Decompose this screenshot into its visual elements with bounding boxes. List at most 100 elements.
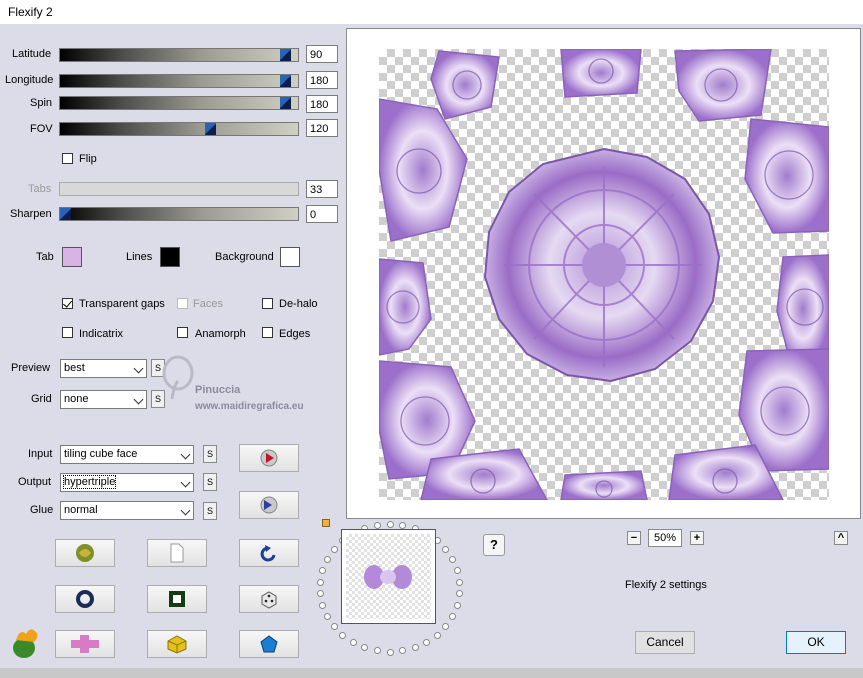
swirl-button[interactable] — [55, 539, 115, 567]
dehalo-checkbox[interactable] — [262, 298, 273, 309]
dial-dot[interactable] — [456, 578, 464, 586]
undo-button[interactable] — [239, 539, 299, 567]
ring-button[interactable] — [55, 585, 115, 613]
watermark-logo — [160, 355, 200, 403]
dial-dot[interactable] — [449, 555, 457, 563]
input-s-button[interactable]: S — [203, 445, 217, 463]
background-color-swatch[interactable] — [280, 247, 300, 267]
dial-dot[interactable] — [386, 648, 394, 656]
cross-button[interactable] — [55, 630, 115, 658]
dial-dot[interactable] — [449, 613, 457, 621]
preview-canvas[interactable] — [379, 49, 829, 500]
faces-checkbox — [177, 298, 188, 309]
play-red-button[interactable] — [239, 444, 299, 472]
random-button[interactable] — [239, 585, 299, 613]
chevron-down-icon — [133, 363, 144, 374]
latitude-slider[interactable] — [59, 48, 299, 62]
grid-label: Grid — [31, 393, 52, 405]
undo-icon — [260, 545, 276, 562]
dial-dot[interactable] — [316, 578, 324, 586]
latitude-value[interactable]: 90 — [306, 45, 338, 63]
dial-dot[interactable] — [330, 545, 338, 553]
spin-slider[interactable] — [59, 96, 299, 110]
sharpen-slider[interactable] — [59, 207, 299, 221]
preview-select-value: best — [64, 362, 85, 374]
new-document-button[interactable] — [147, 539, 207, 567]
dial-dot[interactable] — [316, 590, 324, 598]
dial-dot[interactable] — [386, 520, 394, 528]
dial-dot[interactable] — [361, 644, 369, 652]
dial-dot[interactable] — [319, 602, 327, 609]
pentagon-button[interactable] — [239, 630, 299, 658]
collapse-button[interactable]: ^ — [834, 531, 848, 545]
dial-dot[interactable] — [411, 644, 419, 652]
spin-value[interactable]: 180 — [306, 95, 338, 113]
transparent-gaps-label: Transparent gaps — [79, 298, 165, 310]
longitude-value[interactable]: 180 — [306, 71, 338, 89]
output-select-value: hypertriple — [62, 475, 117, 489]
glue-s-button[interactable]: S — [203, 502, 217, 520]
output-label: Output — [18, 476, 52, 488]
transparent-gaps-checkbox[interactable] — [62, 298, 73, 309]
zoom-out-button[interactable]: − — [627, 531, 641, 545]
cancel-button[interactable]: Cancel — [635, 631, 695, 654]
preview-select[interactable]: best — [60, 359, 147, 378]
tabs-slider — [59, 182, 299, 196]
play-blue-button[interactable] — [239, 491, 299, 519]
grid-select[interactable]: none — [60, 390, 147, 409]
zoom-in-button[interactable]: + — [690, 531, 704, 545]
edges-checkbox[interactable] — [262, 327, 273, 338]
zoom-level[interactable]: 50% — [648, 529, 682, 547]
tab-color-swatch[interactable] — [62, 247, 82, 267]
slider-thumb[interactable] — [280, 49, 291, 61]
cube-button[interactable] — [147, 630, 207, 658]
watermark-name: Pinuccia — [195, 384, 241, 396]
dial-dot[interactable] — [323, 613, 331, 621]
ok-button[interactable]: OK — [786, 631, 846, 654]
dehalo-label: De-halo — [279, 298, 318, 310]
lines-color-swatch[interactable] — [160, 247, 180, 267]
settings-label: Flexify 2 settings — [625, 579, 707, 591]
output-select[interactable]: hypertriple — [60, 473, 194, 492]
flip-checkbox[interactable] — [62, 153, 73, 164]
preview-panel[interactable] — [346, 28, 861, 519]
longitude-slider[interactable] — [59, 74, 299, 88]
input-select[interactable]: tiling cube face — [60, 445, 194, 464]
tabs-value[interactable]: 33 — [306, 180, 338, 198]
fov-slider[interactable] — [59, 122, 299, 136]
sharpen-value[interactable]: 0 — [306, 205, 338, 223]
output-s-button[interactable]: S — [203, 473, 217, 491]
dial-dot[interactable] — [399, 647, 407, 655]
dial-dot[interactable] — [323, 555, 331, 563]
help-button[interactable]: ? — [483, 534, 505, 556]
fov-value[interactable]: 120 — [306, 119, 338, 137]
dial-dot[interactable] — [330, 623, 338, 631]
square-frame-button[interactable] — [147, 585, 207, 613]
glue-label: Glue — [30, 504, 54, 516]
flame-logo-icon — [13, 629, 38, 658]
indicatrix-checkbox[interactable] — [62, 327, 73, 338]
dial-dot[interactable] — [453, 602, 461, 609]
dial-dot[interactable] — [442, 545, 450, 553]
dial-dot[interactable] — [442, 623, 450, 631]
dial-dot[interactable] — [339, 631, 347, 639]
slider-thumb[interactable] — [205, 123, 216, 135]
dial-dot[interactable] — [423, 638, 431, 646]
slider-thumb[interactable] — [280, 97, 291, 109]
indicatrix-label: Indicatrix — [79, 328, 124, 340]
dial-dot[interactable] — [399, 521, 407, 529]
dial-dot[interactable] — [453, 566, 461, 574]
pentagon-icon — [260, 635, 278, 653]
slider-thumb[interactable] — [280, 75, 291, 87]
slider-thumb[interactable] — [60, 208, 71, 220]
dial-dot[interactable] — [319, 566, 327, 574]
navigator-thumbnail[interactable] — [341, 529, 436, 624]
grid-select-value: none — [64, 393, 89, 405]
dial-dot[interactable] — [456, 590, 464, 598]
dial-dot[interactable] — [373, 647, 381, 655]
anamorph-checkbox[interactable] — [177, 327, 188, 338]
glue-select[interactable]: normal — [60, 501, 194, 520]
dial-dot[interactable] — [433, 631, 441, 639]
dial-dot[interactable] — [349, 638, 357, 646]
dial-dot[interactable] — [373, 521, 381, 529]
